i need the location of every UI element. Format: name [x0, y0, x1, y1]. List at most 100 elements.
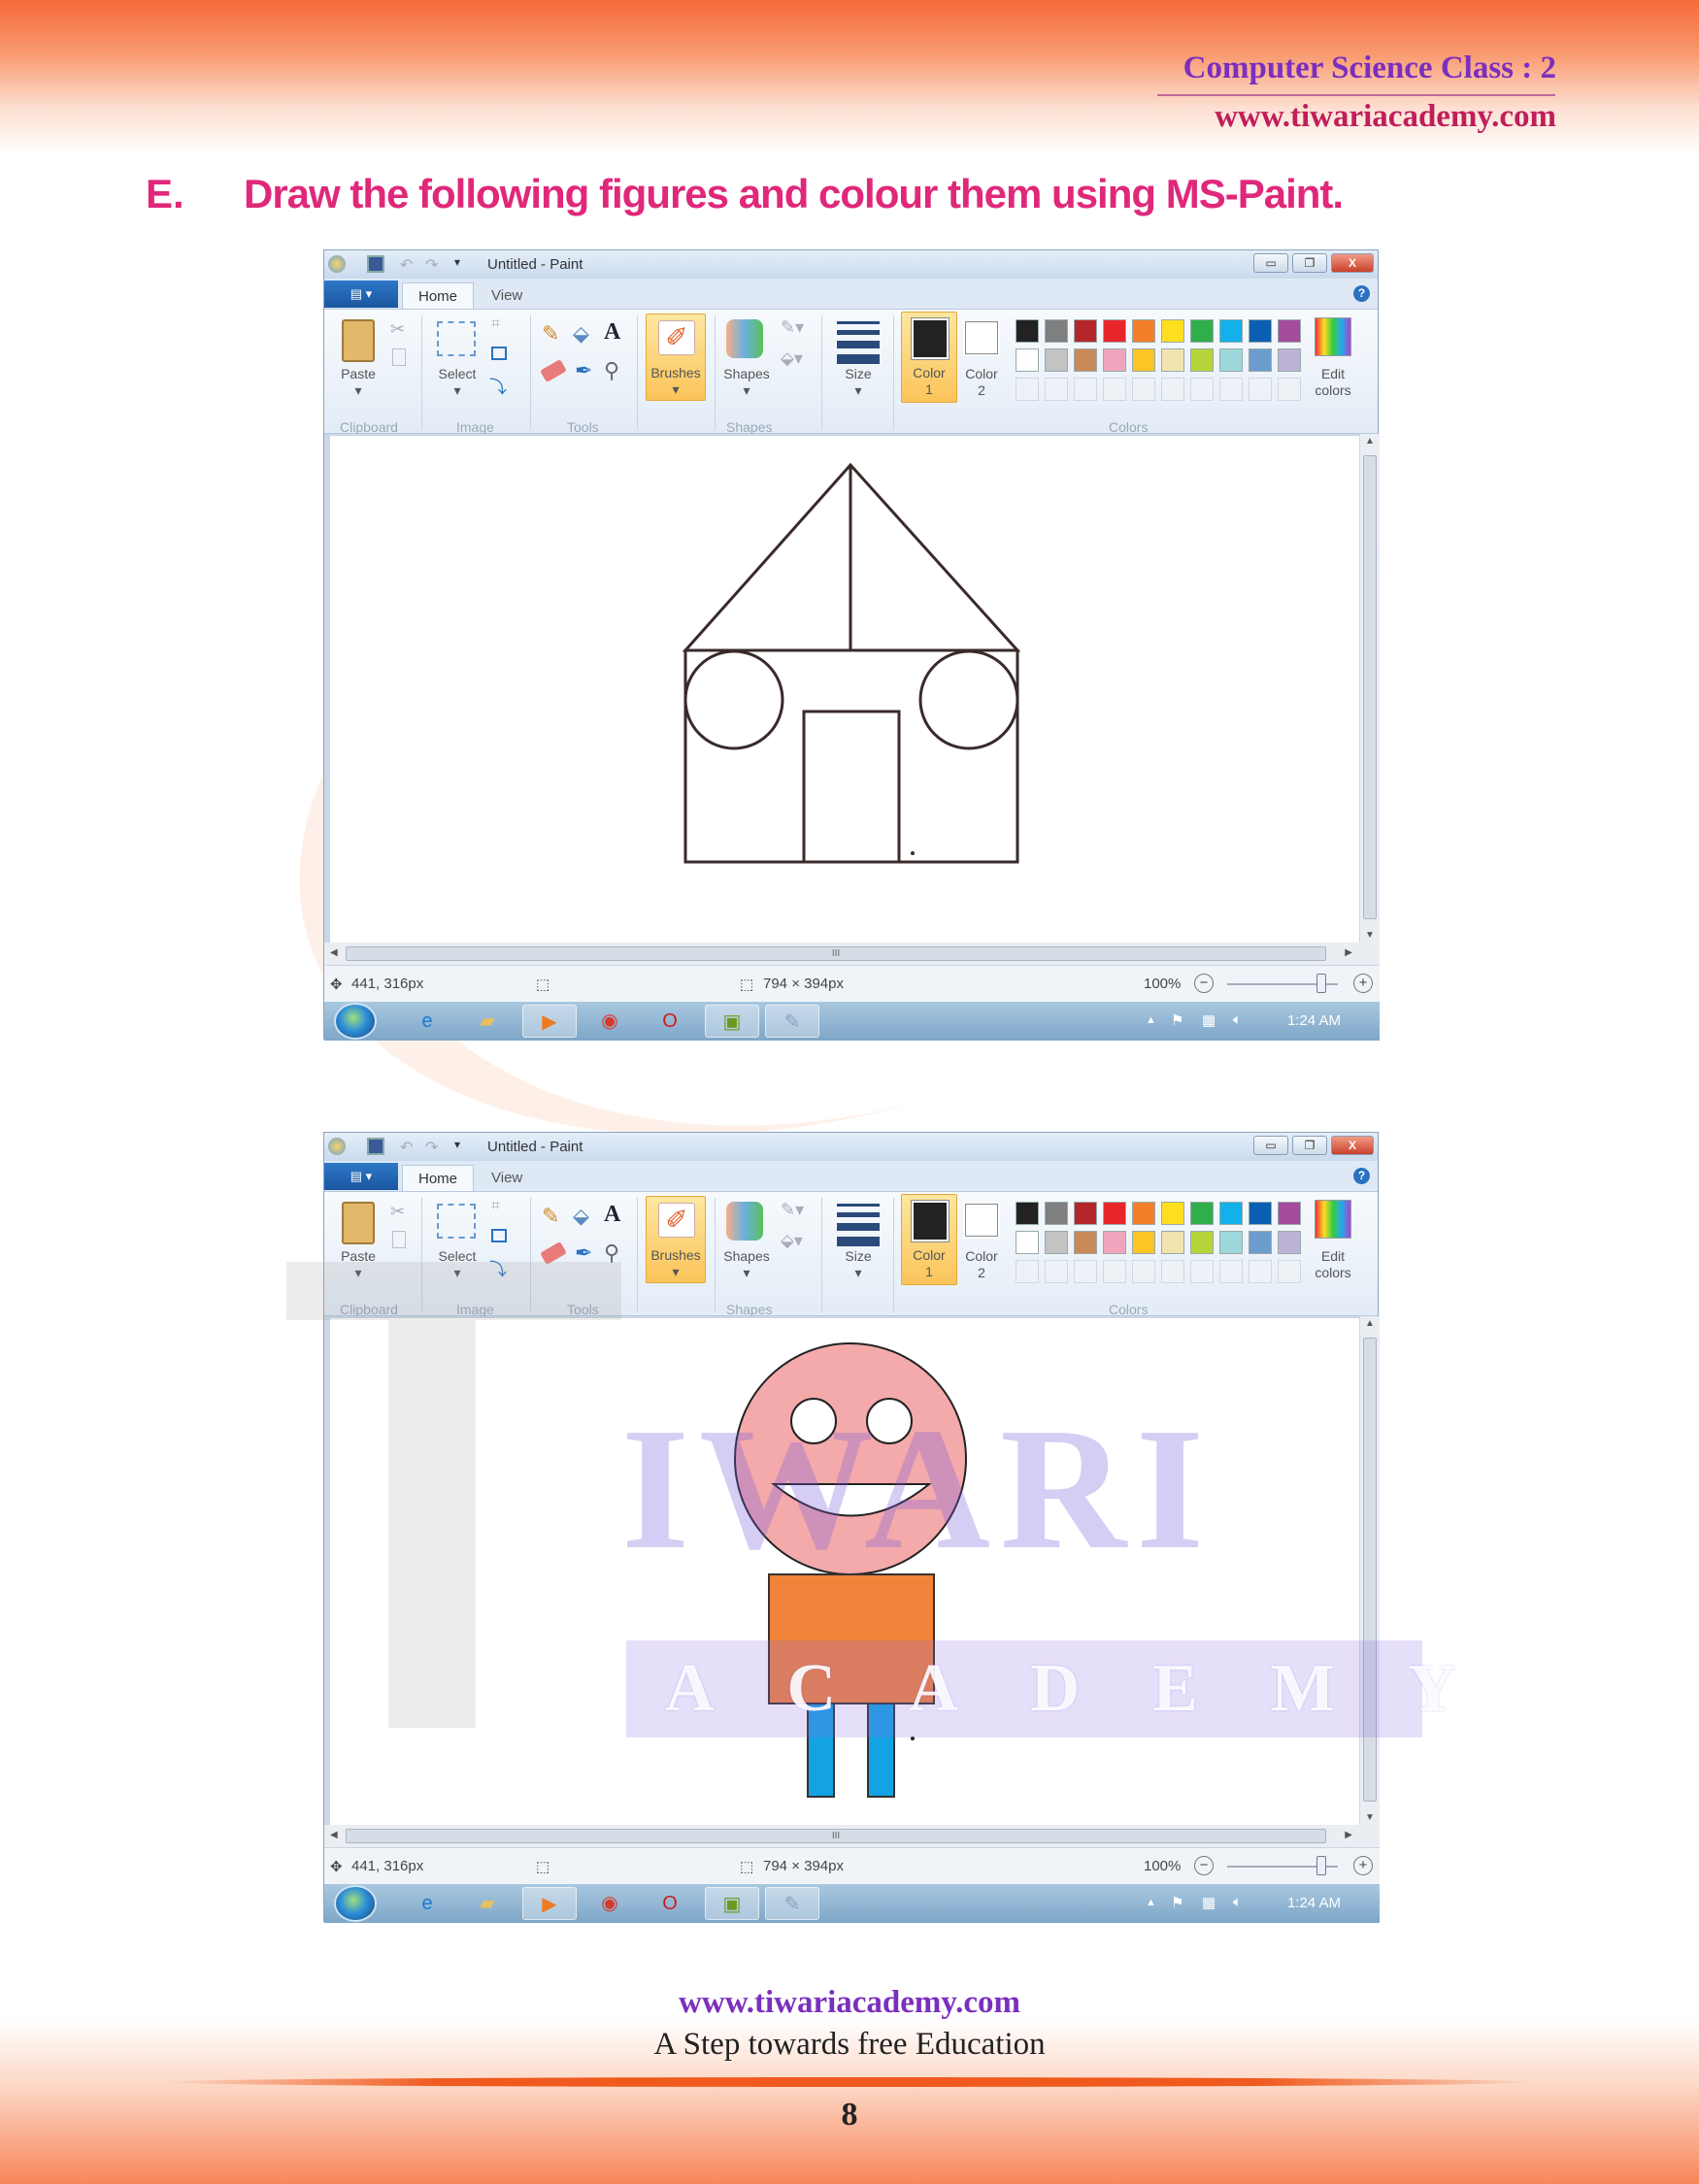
color-picker-icon[interactable]: ✒ — [575, 1241, 592, 1266]
edit-colors-icon[interactable] — [1315, 317, 1351, 356]
help-icon[interactable]: ? — [1353, 285, 1370, 302]
tray-action-center-icon[interactable]: ⚑ — [1171, 1894, 1183, 1911]
paint-app-icon[interactable] — [328, 255, 346, 273]
color2-swatch[interactable] — [963, 319, 1000, 356]
shapes-button[interactable]: Shapes ▾ — [718, 366, 775, 399]
palette-swatch[interactable] — [1074, 1202, 1097, 1225]
taskbar-paint-icon[interactable]: ✎ — [765, 1887, 819, 1920]
eraser-icon[interactable] — [540, 358, 567, 383]
palette-swatch[interactable] — [1190, 1202, 1214, 1225]
color2-button[interactable]: Color 2 — [957, 1248, 1006, 1281]
palette-swatch[interactable] — [1103, 1231, 1126, 1254]
size-button[interactable]: Size ▾ — [831, 1248, 885, 1281]
size-icon[interactable] — [837, 321, 880, 364]
palette-swatch[interactable] — [1045, 1231, 1068, 1254]
horizontal-scroll-thumb[interactable]: III — [346, 1829, 1326, 1843]
outline-icon[interactable]: ✎▾ — [781, 317, 804, 338]
color2-button[interactable]: Color 2 — [957, 366, 1006, 399]
taskbar-ie-icon[interactable]: e — [400, 1887, 454, 1920]
color1-button[interactable]: Color 1 — [901, 312, 957, 403]
palette-swatch[interactable] — [1249, 348, 1272, 372]
zoom-slider-thumb[interactable] — [1316, 1856, 1326, 1875]
palette-swatch[interactable] — [1132, 1202, 1155, 1225]
cut-icon[interactable]: ✂ — [390, 319, 405, 340]
palette-swatch[interactable] — [1103, 1202, 1126, 1225]
brushes-button[interactable]: ✐ Brushes ▾ — [646, 1196, 706, 1283]
custom-color-slot[interactable] — [1016, 378, 1039, 401]
paste-button[interactable]: Paste ▾ — [334, 366, 383, 399]
rotate-icon[interactable]: ⤵ — [489, 374, 507, 399]
palette-swatch[interactable] — [1278, 319, 1301, 343]
tab-home[interactable]: Home — [402, 282, 475, 309]
palette-swatch[interactable] — [1045, 348, 1068, 372]
rotate-icon[interactable]: ⤵ — [489, 1256, 507, 1281]
palette-swatch[interactable] — [1190, 1231, 1214, 1254]
resize-icon[interactable] — [491, 347, 507, 360]
palette-swatch[interactable] — [1045, 1202, 1068, 1225]
palette-swatch[interactable] — [1074, 1231, 1097, 1254]
shape-fill-icon[interactable]: ⬙▾ — [781, 348, 803, 369]
palette-swatch[interactable] — [1249, 319, 1272, 343]
palette-swatch[interactable] — [1103, 348, 1126, 372]
custom-color-slot[interactable] — [1219, 378, 1243, 401]
select-icon[interactable] — [437, 1204, 476, 1239]
copy-icon[interactable] — [392, 348, 406, 366]
taskbar-media-player-icon[interactable]: ▶ — [522, 1005, 577, 1038]
start-button[interactable] — [334, 1885, 377, 1922]
custom-color-slot[interactable] — [1103, 1260, 1126, 1283]
tray-expand-icon[interactable]: ▲ — [1146, 1014, 1156, 1026]
zoom-in-button[interactable]: + — [1353, 974, 1373, 993]
palette-swatch[interactable] — [1161, 348, 1184, 372]
palette-swatch[interactable] — [1045, 319, 1068, 343]
palette-swatch[interactable] — [1161, 1231, 1184, 1254]
shapes-icon[interactable] — [726, 319, 763, 358]
zoom-slider-thumb[interactable] — [1316, 974, 1326, 993]
minimize-button[interactable]: ▭ — [1253, 1136, 1288, 1155]
custom-color-slot[interactable] — [1132, 378, 1155, 401]
undo-icon[interactable]: ↶ — [400, 1138, 417, 1156]
palette-swatch[interactable] — [1249, 1231, 1272, 1254]
horizontal-scroll-thumb[interactable]: III — [346, 946, 1326, 961]
custom-color-slot[interactable] — [1219, 1260, 1243, 1283]
crop-icon[interactable]: ⌗ — [491, 315, 500, 333]
taskbar-chrome-icon[interactable]: ◉ — [583, 1887, 637, 1920]
header-website[interactable]: www.tiwariacademy.com — [1215, 99, 1556, 135]
custom-color-slot[interactable] — [1190, 378, 1214, 401]
file-menu-button[interactable]: ▤ ▾ — [324, 281, 398, 308]
text-icon[interactable]: A — [604, 1202, 620, 1228]
magnifier-icon[interactable]: ⚲ — [604, 358, 619, 383]
palette-swatch[interactable] — [1278, 1202, 1301, 1225]
custom-color-slot[interactable] — [1016, 1260, 1039, 1283]
custom-color-slot[interactable] — [1074, 1260, 1097, 1283]
select-icon[interactable] — [437, 321, 476, 356]
vertical-scrollbar[interactable]: ▲ ▼ — [1360, 434, 1380, 943]
tray-expand-icon[interactable]: ▲ — [1146, 1897, 1156, 1908]
save-icon[interactable] — [367, 1138, 384, 1155]
tray-volume-icon[interactable]: 🔈︎ — [1233, 1894, 1242, 1910]
custom-color-slot[interactable] — [1278, 378, 1301, 401]
brushes-button[interactable]: ✐ Brushes ▾ — [646, 314, 706, 401]
color-picker-icon[interactable]: ✒ — [575, 358, 592, 383]
tab-view[interactable]: View — [476, 1165, 538, 1191]
tray-network-icon[interactable]: ▦ — [1202, 1011, 1216, 1029]
palette-swatch[interactable] — [1249, 1202, 1272, 1225]
palette-swatch[interactable] — [1190, 348, 1214, 372]
custom-color-slot[interactable] — [1132, 1260, 1155, 1283]
custom-color-slot[interactable] — [1074, 378, 1097, 401]
edit-colors-button[interactable]: Edit colors — [1305, 1248, 1361, 1281]
drawing-canvas[interactable] — [330, 1318, 1359, 1825]
vertical-scroll-thumb[interactable] — [1363, 1338, 1377, 1802]
taskbar-app-icon[interactable]: ▣ — [705, 1005, 759, 1038]
palette-swatch[interactable] — [1016, 1231, 1039, 1254]
edit-colors-icon[interactable] — [1315, 1200, 1351, 1239]
custom-color-slot[interactable] — [1249, 1260, 1272, 1283]
palette-swatch[interactable] — [1074, 348, 1097, 372]
custom-color-slot[interactable] — [1161, 378, 1184, 401]
palette-swatch[interactable] — [1016, 1202, 1039, 1225]
tray-network-icon[interactable]: ▦ — [1202, 1894, 1216, 1911]
pencil-icon[interactable]: ✎ — [542, 1204, 559, 1229]
text-icon[interactable]: A — [604, 319, 620, 346]
redo-icon[interactable]: ↷ — [425, 1138, 443, 1156]
tab-view[interactable]: View — [476, 282, 538, 309]
custom-color-slot[interactable] — [1249, 378, 1272, 401]
